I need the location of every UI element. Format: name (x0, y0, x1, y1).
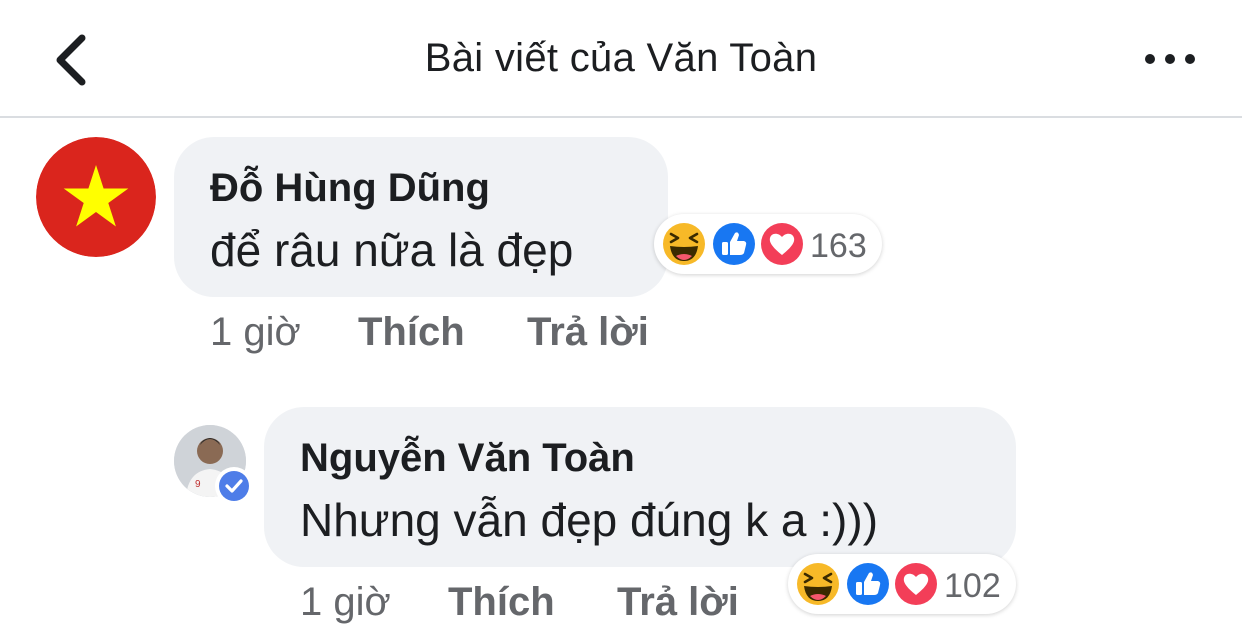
vietnam-flag-icon (36, 137, 156, 257)
reply-button[interactable]: Trả lời (527, 310, 649, 355)
like-button[interactable]: Thích (448, 580, 555, 625)
love-reaction-icon (893, 561, 939, 607)
reaction-summary[interactable]: 163 (654, 214, 882, 274)
haha-reaction-icon (795, 561, 841, 607)
reaction-count: 163 (810, 227, 867, 265)
comment-timestamp: 1 giờ (300, 580, 391, 624)
haha-reaction-icon (661, 221, 707, 267)
like-reaction-icon (711, 221, 757, 267)
svg-text:9: 9 (195, 479, 201, 490)
reply-button[interactable]: Trả lời (617, 580, 739, 625)
comment-text: để râu nữa là đẹp (210, 224, 574, 276)
page-title: Bài viết của Văn Toàn (424, 36, 818, 80)
like-button[interactable]: Thích (358, 310, 465, 355)
comment-timestamp: 1 giờ (210, 310, 301, 354)
love-reaction-icon (759, 221, 805, 267)
reaction-count: 102 (944, 567, 1001, 605)
more-horizontal-icon[interactable] (1140, 44, 1200, 74)
comment-text: Nhưng vẫn đẹp đúng k a :))) (300, 494, 879, 546)
like-reaction-icon (845, 561, 891, 607)
avatar[interactable] (36, 137, 156, 257)
comment-author[interactable]: Đỗ Hùng Dũng (210, 166, 490, 211)
reaction-summary[interactable]: 102 (788, 554, 1016, 614)
top-bar: Bài viết của Văn Toàn (0, 0, 1242, 118)
verified-badge-icon (215, 467, 253, 505)
comment-author[interactable]: Nguyễn Văn Toàn (300, 436, 635, 481)
